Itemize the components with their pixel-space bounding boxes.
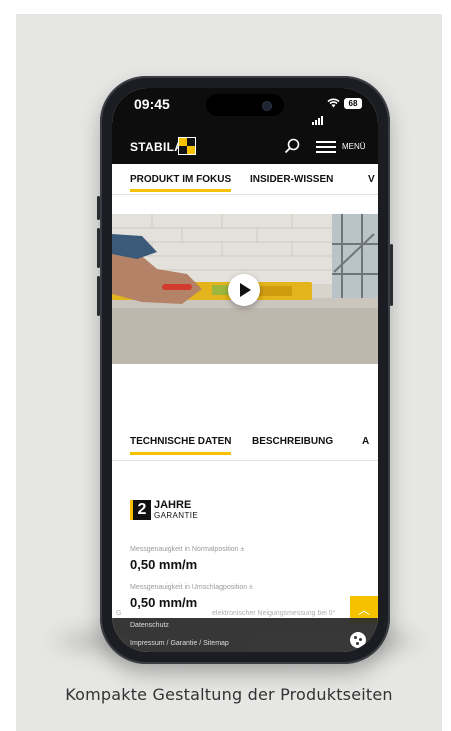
footer-links[interactable]: Impressum / Garantie / Sitemap	[130, 640, 229, 647]
tab-partial-a[interactable]: A	[362, 436, 369, 447]
mute-switch	[97, 196, 100, 220]
footer-link-datenschutz[interactable]: Datenschutz	[130, 622, 169, 629]
signal-icon	[312, 106, 324, 125]
wifi-icon	[327, 98, 340, 108]
product-video[interactable]	[112, 214, 378, 364]
site-header: STABILA MENÜ	[112, 128, 378, 164]
tab-produkt-im-fokus[interactable]: PRODUKT IM FOKUS	[130, 174, 232, 192]
spec-label: Messgenauigkeit in Umschlagposition ±	[130, 584, 253, 591]
tab-beschreibung[interactable]: BESCHREIBUNG	[252, 436, 333, 447]
presentation-card: 09:45 68 STABILA MENÜ PRODUKT IM FOKUS I…	[16, 14, 442, 731]
cookie-settings-icon[interactable]	[350, 632, 366, 648]
footer-background-text: elektronischer Neigungsmessung bei 0°	[212, 610, 336, 617]
brand-logo-icon	[178, 137, 196, 155]
phone-screen: 09:45 68 STABILA MENÜ PRODUKT IM FOKUS I…	[112, 88, 378, 652]
tab-partial[interactable]: V	[368, 174, 375, 185]
spec-value: 0,50 mm/m	[130, 557, 198, 572]
battery-indicator: 68	[344, 98, 362, 109]
power-button	[390, 244, 393, 306]
status-bar: 09:45 68	[112, 88, 378, 128]
phone-frame: 09:45 68 STABILA MENÜ PRODUKT IM FOKUS I…	[97, 76, 393, 664]
tab-insider-wissen[interactable]: INSIDER-WISSEN	[250, 174, 333, 185]
product-tabs: PRODUKT IM FOKUS INSIDER-WISSEN V	[112, 164, 378, 195]
detail-tabs: TECHNISCHE DATEN BESCHREIBUNG A	[112, 436, 378, 461]
warranty-title: JAHRE	[154, 499, 192, 511]
play-button-icon[interactable]	[228, 274, 260, 306]
spec-value: 0,50 mm/m	[130, 595, 198, 610]
search-icon[interactable]	[284, 138, 300, 154]
menu-label[interactable]: MENÜ	[342, 142, 366, 151]
volume-up-button	[97, 228, 100, 268]
chevron-up-icon: ︿	[357, 603, 370, 617]
tab-technische-daten[interactable]: TECHNISCHE DATEN	[130, 436, 232, 455]
warranty-badge: 2	[130, 500, 151, 520]
partial-text: G	[116, 610, 122, 617]
volume-down-button	[97, 276, 100, 316]
status-time: 09:45	[134, 96, 170, 112]
brand-logo-text[interactable]: STABILA	[130, 140, 183, 154]
caption: Kompakte Gestaltung der Produktseiten	[65, 685, 393, 704]
camera-icon	[262, 101, 272, 111]
warranty-subtitle: GARANTIE	[154, 511, 199, 520]
hamburger-menu-icon[interactable]	[316, 141, 336, 153]
dynamic-island	[206, 94, 284, 116]
spec-label: Messgenauigkeit in Normalposition ±	[130, 546, 245, 553]
footer-bar: G elektronischer Neigungsmessung bei 0° …	[112, 610, 378, 652]
